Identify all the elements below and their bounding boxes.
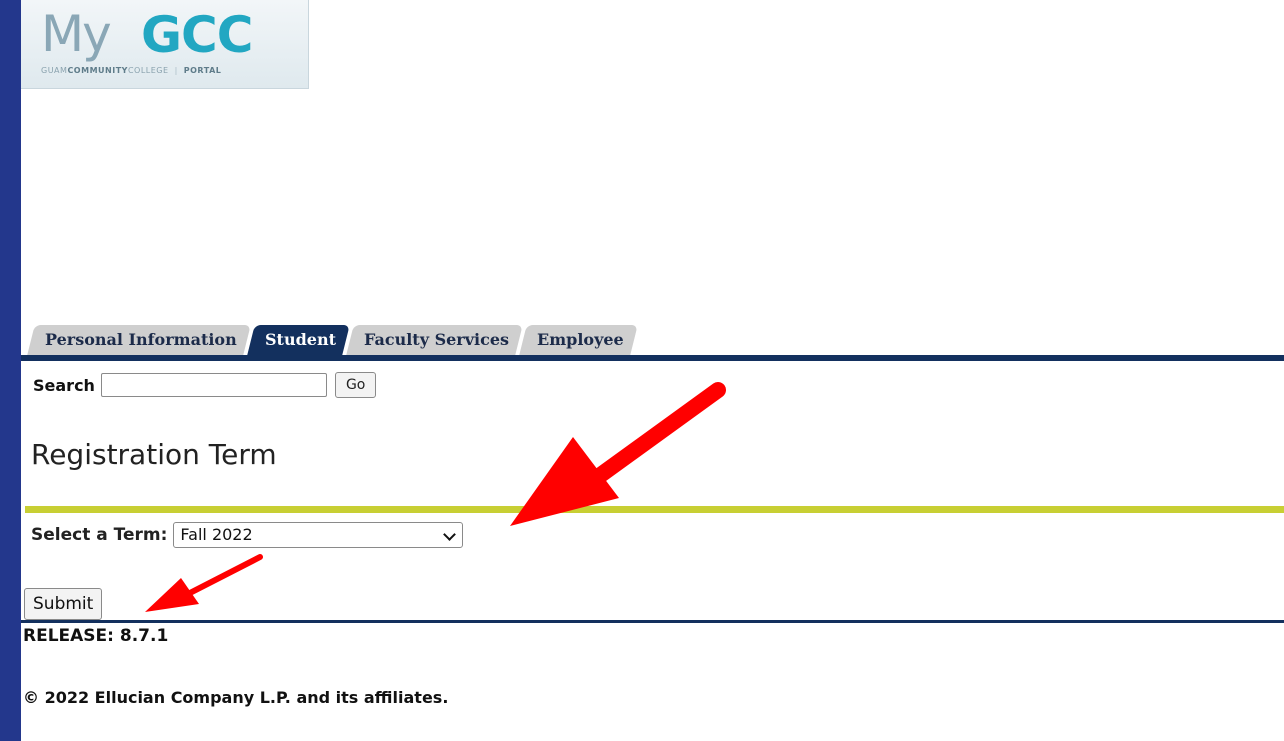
tab-personal-information[interactable]: Personal Information: [27, 325, 251, 355]
page-title: Registration Term: [31, 438, 277, 471]
logo-gcc-text: GCC: [141, 6, 253, 64]
main-tab-bar: Personal Information Student Faculty Ser…: [21, 322, 1284, 362]
title-divider: [25, 506, 1284, 513]
go-button[interactable]: Go: [334, 372, 377, 398]
arrow-to-submit-icon: [145, 554, 263, 612]
logo-my-text: My: [41, 5, 112, 63]
tab-faculty-services[interactable]: Faculty Services: [345, 325, 523, 355]
search-label: Search: [33, 375, 95, 395]
term-select[interactable]: Fall 2022: [173, 522, 464, 548]
footer-divider: [21, 620, 1284, 623]
release-version: RELEASE: 8.7.1: [23, 626, 169, 646]
mygcc-logo[interactable]: My GCC GUAMCOMMUNITYCOLLEGE | PORTAL: [21, 0, 309, 89]
copyright-notice: © 2022 Ellucian Company L.P. and its aff…: [23, 688, 449, 707]
search-input[interactable]: [100, 373, 327, 397]
search-row: Search Go: [33, 371, 377, 399]
tab-employee[interactable]: Employee: [518, 325, 638, 355]
logo-tagline: GUAMCOMMUNITYCOLLEGE | PORTAL: [41, 66, 222, 75]
tab-underline: [21, 355, 1284, 361]
term-selected-value: Fall 2022: [180, 525, 253, 544]
portal-page: My GCC GUAMCOMMUNITYCOLLEGE | PORTAL Perso…: [21, 0, 1284, 741]
tab-student[interactable]: Student: [246, 325, 350, 355]
term-label: Select a Term:: [31, 525, 168, 545]
term-row: Select a Term: Fall 2022: [31, 522, 464, 548]
submit-button[interactable]: Submit: [24, 588, 103, 620]
chevron-down-icon: [443, 528, 457, 541]
